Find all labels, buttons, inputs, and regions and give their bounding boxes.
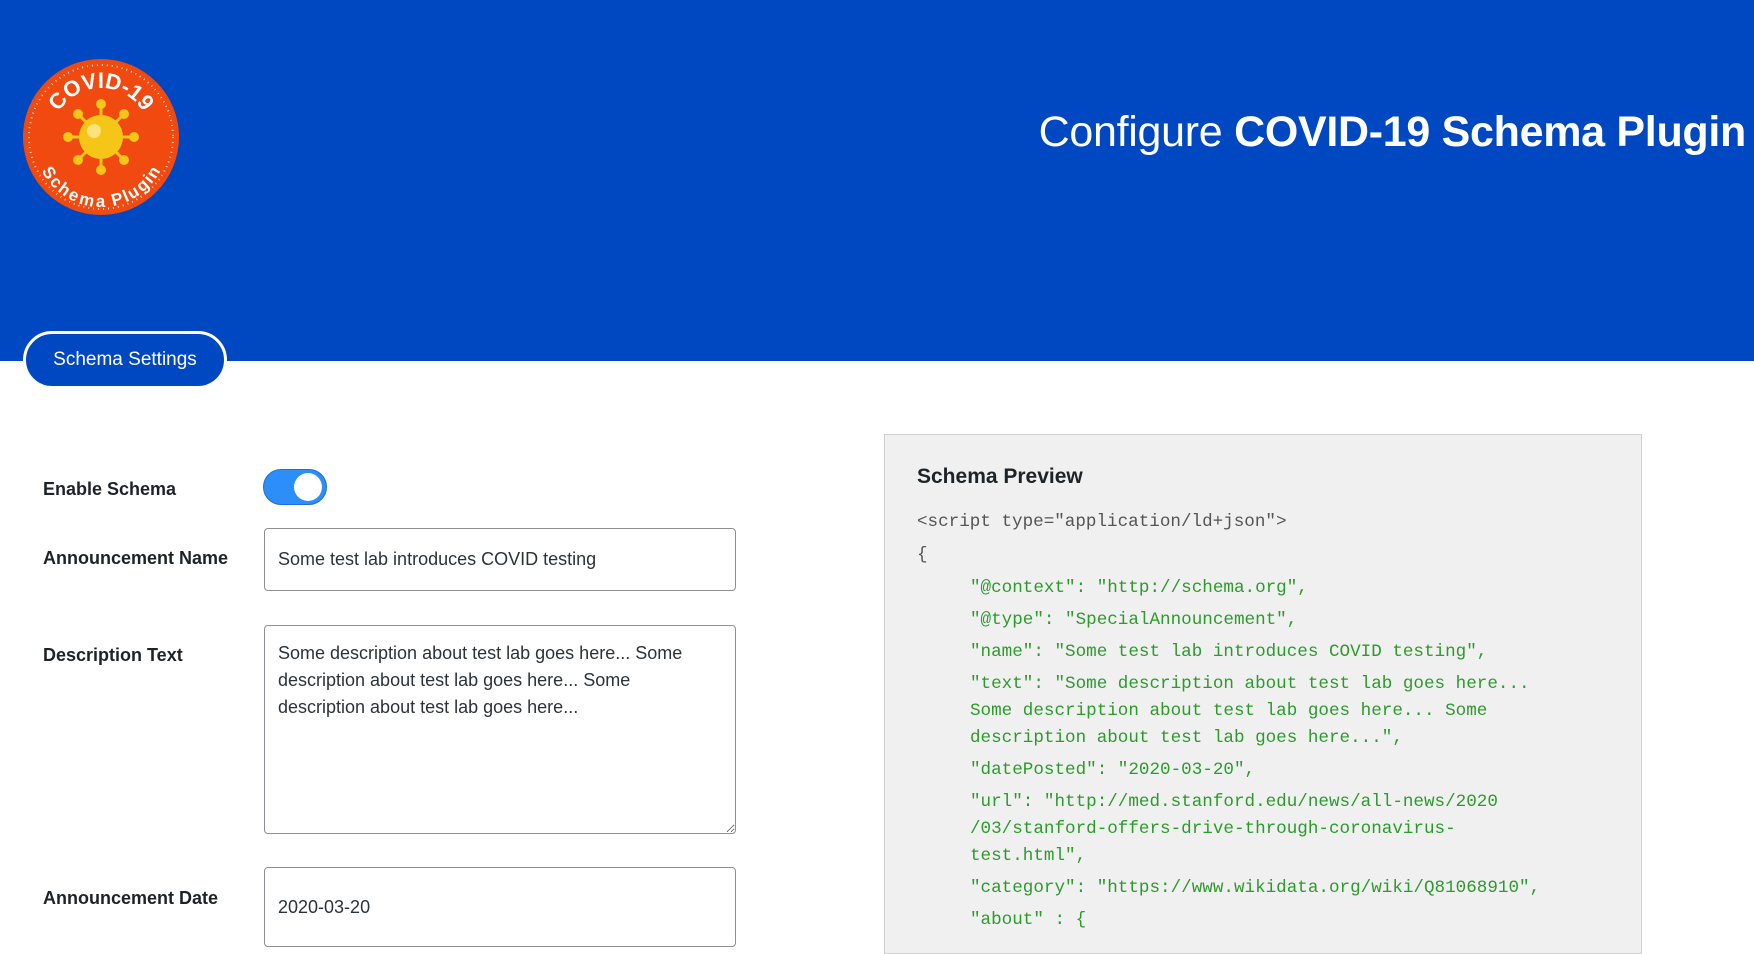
enable-schema-toggle[interactable] [263, 469, 327, 505]
header-banner: COVID-19 Schema Plugin Configure COVID-1… [0, 0, 1754, 389]
code-line: description about test lab goes here..."… [970, 728, 1403, 748]
schema-preview-panel: Schema Preview <script type="application… [884, 434, 1642, 954]
page-title: Configure COVID-19 Schema Plugin [1038, 108, 1747, 156]
code-line: /03/stanford-offers-drive-through-corona… [970, 819, 1456, 839]
announcement-name-label: Announcement Name [43, 548, 229, 568]
code-line: Some description about test lab goes her… [970, 701, 1488, 721]
toggle-knob [294, 473, 322, 501]
code-line: "url": "http://med.stanford.edu/news/all… [970, 792, 1498, 812]
announcement-date-input[interactable] [264, 867, 736, 947]
description-text-label: Description Text [43, 645, 183, 665]
announcement-date-label: Announcement Date [43, 888, 219, 908]
code-open-brace: { [917, 545, 928, 565]
schema-code-block: <script type="application/ld+json"> { "@c… [917, 509, 1540, 934]
code-line: "@type": "SpecialAnnouncement", [970, 610, 1298, 630]
code-line: test.html", [970, 846, 1087, 866]
code-line: "name": "Some test lab introduces COVID … [970, 642, 1488, 662]
announcement-name-input[interactable] [264, 528, 736, 591]
code-line: "datePosted": "2020-03-20", [970, 760, 1256, 780]
code-line: "category": "https://www.wikidata.org/wi… [970, 878, 1541, 898]
schema-preview-title: Schema Preview [917, 465, 1083, 488]
code-open-tag: <script type="application/ld+json"> [917, 512, 1287, 532]
code-line: "@context": "http://schema.org", [970, 578, 1308, 598]
code-line: "text": "Some description about test lab… [970, 674, 1530, 694]
description-textarea[interactable]: Some description about test lab goes her… [264, 625, 736, 834]
enable-schema-label: Enable Schema [43, 479, 177, 499]
tab-schema-settings[interactable]: Schema Settings [23, 331, 227, 389]
covid-schema-plugin-logo: COVID-19 Schema Plugin [23, 59, 179, 215]
